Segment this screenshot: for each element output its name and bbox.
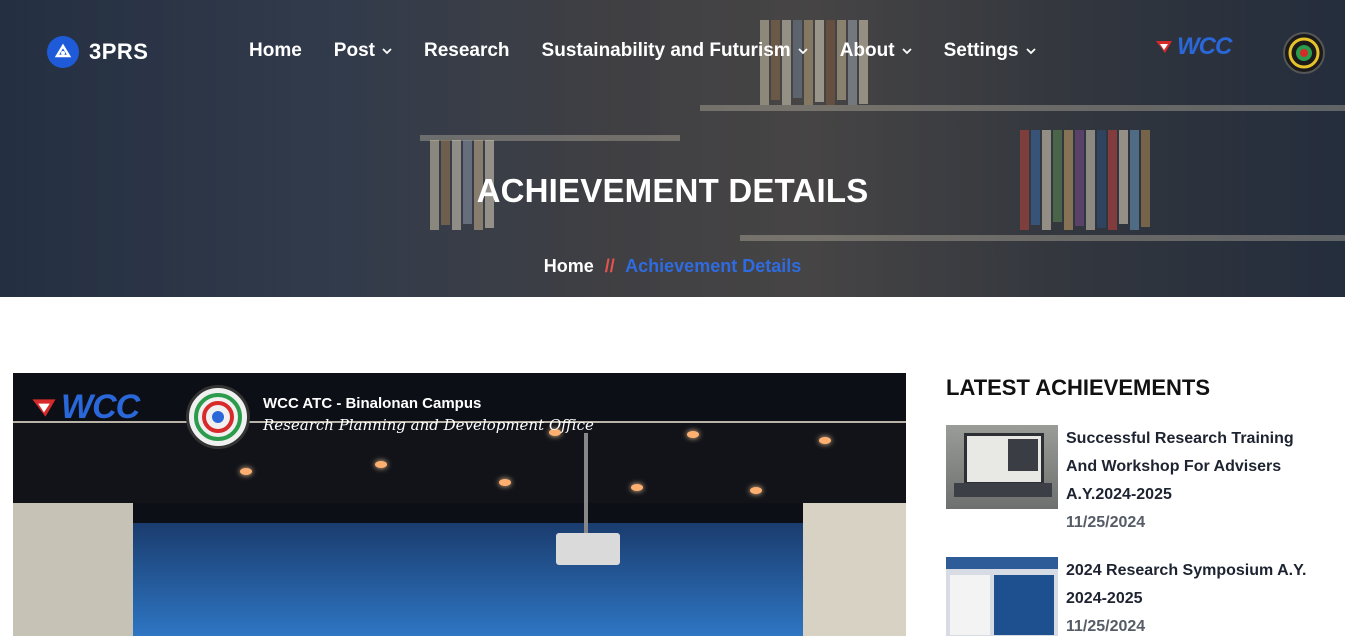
post-thumbnail[interactable]: [946, 557, 1058, 636]
shelf-decoration: [740, 235, 1345, 241]
ceiling-light: [375, 461, 387, 468]
chevron-down-icon: [1025, 46, 1036, 56]
nav-label: Research: [423, 40, 510, 61]
shelf-decoration: [700, 105, 1345, 111]
projector-mount: [584, 433, 588, 533]
wcc-logo[interactable]: WCC: [1155, 33, 1259, 61]
main-nav: Home Post Research Sustainability and Fu…: [249, 40, 1068, 62]
page-title: ACHIEVEMENT DETAILS: [476, 172, 869, 209]
nav-label: Post: [333, 40, 375, 61]
ceiling-light: [750, 487, 762, 494]
nav-post[interactable]: Post: [334, 40, 392, 62]
achievement-image: WCC WCC ATC - Binalonan Campus Research …: [13, 373, 906, 636]
nav-home[interactable]: Home: [249, 40, 302, 62]
breadcrumb: Home // Achievement Details: [0, 256, 1345, 277]
chevron-down-icon: [798, 46, 808, 56]
wcc-logo-text: WCC: [1177, 33, 1232, 60]
rpdo-seal-icon: [186, 385, 250, 449]
post-date: 11/25/2024: [1066, 514, 1146, 531]
rpdo-seal-icon[interactable]: [1283, 32, 1325, 74]
brand-logo[interactable]: 3PRS: [47, 36, 148, 68]
projector: [556, 533, 620, 565]
wall: [13, 503, 133, 636]
books-decoration: [760, 20, 868, 105]
ceiling-light: [499, 479, 511, 486]
image-caption: WCC ATC - Binalonan Campus Research Plan…: [263, 395, 594, 434]
stage-screen: [133, 523, 803, 636]
ceiling-light: [240, 468, 252, 475]
wcc-bird-icon: [1156, 41, 1172, 53]
chevron-down-icon: [901, 46, 912, 56]
caption-office: Research Planning and Development Office: [263, 416, 594, 434]
list-item[interactable]: 2024 Research Symposium A.Y. 2024-2025 1…: [946, 557, 1316, 636]
wcc-logo-text: WCC: [61, 388, 140, 426]
ceiling-light: [819, 437, 831, 444]
sidebar-title: LATEST ACHIEVEMENTS: [946, 375, 1211, 400]
breadcrumb-current: Achievement Details: [625, 256, 802, 276]
post-date: 11/25/2024: [1066, 618, 1146, 635]
caption-campus: WCC ATC - Binalonan Campus: [263, 395, 482, 412]
breadcrumb-home[interactable]: Home: [544, 256, 594, 276]
breadcrumb-separator: //: [604, 256, 615, 276]
post-title[interactable]: Successful Research Training And Worksho…: [1066, 425, 1316, 509]
nav-label: Sustainability and Futurism: [541, 40, 791, 61]
nav-sustainability[interactable]: Sustainability and Futurism: [542, 40, 808, 62]
list-item[interactable]: Successful Research Training And Worksho…: [946, 425, 1316, 537]
brand-icon: [47, 36, 79, 68]
ceiling-light: [631, 484, 643, 491]
nav-label: Home: [249, 40, 302, 61]
post-title[interactable]: 2024 Research Symposium A.Y. 2024-2025: [1066, 557, 1316, 613]
nav-settings[interactable]: Settings: [944, 40, 1036, 62]
hero-banner: 3PRS Home Post Research Sustainability a…: [0, 0, 1345, 297]
wall: [803, 503, 906, 636]
ceiling-light: [687, 431, 699, 438]
chevron-down-icon: [382, 46, 392, 56]
wcc-logo: WCC: [31, 388, 140, 427]
nav-label: Settings: [943, 40, 1019, 61]
wcc-bird-icon: [32, 398, 56, 417]
nav-research[interactable]: Research: [424, 40, 510, 62]
nav-about[interactable]: About: [840, 40, 912, 62]
brand-name: 3PRS: [89, 39, 149, 64]
post-thumbnail[interactable]: [946, 425, 1058, 509]
ceiling: [13, 423, 906, 503]
nav-label: About: [839, 40, 895, 61]
